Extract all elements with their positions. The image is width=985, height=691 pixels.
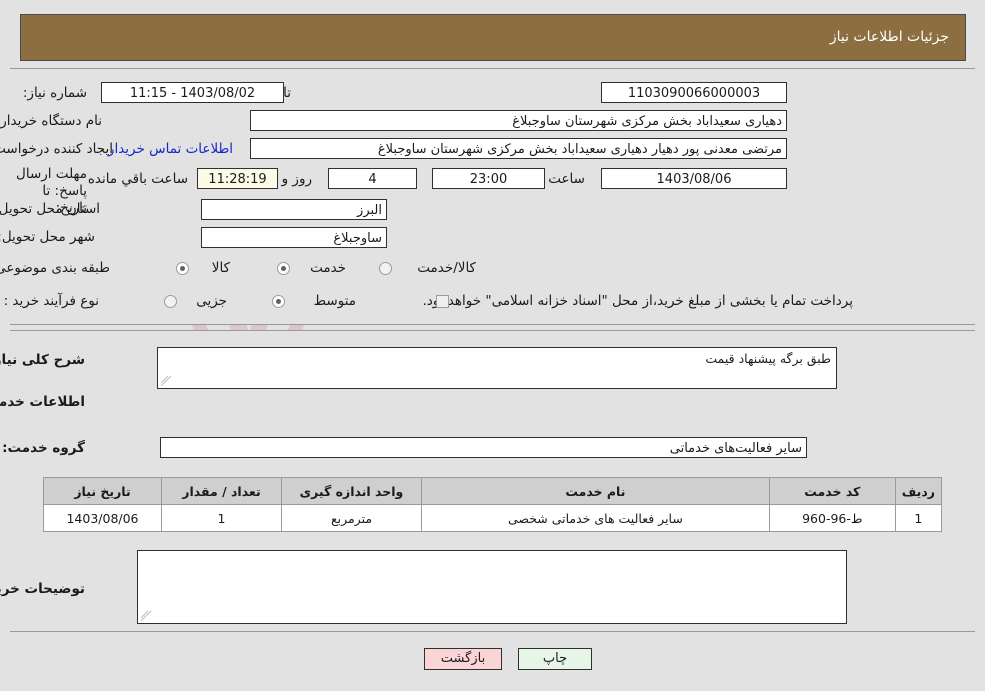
print-button[interactable]: چاپ [518,648,592,670]
cell-unit: مترمربع [281,504,422,532]
need-summary-label: شرح کلی نیاز: [0,352,85,368]
radio-label-category-2: کالا/خدمت [417,260,476,276]
table-header-row: ردیف کد خدمت نام خدمت واحد اندازه گیری ت… [43,477,943,505]
radio-process-jozi[interactable] [164,295,177,308]
request-creator-value: مرتضی معدنی پور دهیار دهیاری سعیداباد بخ… [250,138,787,159]
request-creator-label: ایجاد کننده درخواست: [0,141,113,157]
need-info-panel [10,68,975,325]
back-button[interactable]: بازگشت [424,648,502,670]
need-summary-textarea[interactable]: طبق برگه پیشنهاد قیمت [157,347,837,389]
radio-category-khedmat[interactable] [277,262,290,275]
delivery-city-label: شهر محل تحویل: [0,229,95,245]
buyer-org-value: دهیاری سعیداباد بخش مرکزی شهرستان ساوجبل… [250,110,787,131]
col-row: ردیف [894,477,943,505]
buyer-contact-link[interactable]: اطلاعات تماس خریدار [108,141,233,157]
col-code: کد خدمت [768,477,896,505]
page-title: جزئیات اطلاعات نیاز [829,29,949,45]
radio-label-category-0: کالا [211,260,230,276]
services-table: ردیف کد خدمت نام خدمت واحد اندازه گیری ت… [43,477,943,532]
services-section-heading: اطلاعات خدمات مورد نیاز [0,394,85,410]
radio-category-kala-khedmat[interactable] [379,262,392,275]
treasury-bond-checkbox[interactable] [436,295,449,308]
buyer-notes-label: توضیحات خریدار: [0,581,85,597]
days-label: روز و [281,171,312,187]
deadline-hour-value: 23:00 [432,168,545,189]
subject-category-label: طبقه بندی موضوعی: [0,260,110,276]
cell-row: 1 [894,504,943,532]
cell-date: 1403/08/06 [43,504,162,532]
purchase-process-label: نوع فرآیند خرید : [3,293,99,309]
announcement-value: 1403/08/02 - 11:15 [101,82,284,103]
col-date: تاریخ نیاز [43,477,162,505]
radio-label-process-1: متوسط [313,293,356,309]
table-row: 1 ط-96-960 سایر فعالیت های خدماتی شخصی م… [43,504,943,532]
need-number-label: شماره نیاز: [22,85,87,101]
need-summary-text: طبق برگه پیشنهاد قیمت [705,351,831,366]
countdown-timer-value: 11:28:19 [197,168,278,189]
hour-label: ساعت [548,171,585,187]
buyer-org-label: نام دستگاه خریدار: [0,113,102,129]
cell-code: ط-96-960 [768,504,896,532]
radio-process-motavaset[interactable] [272,295,285,308]
service-group-value: سایر فعالیت‌های خدماتی [160,437,807,458]
resize-grip-icon[interactable] [160,375,172,387]
remaining-days-value: 4 [328,168,417,189]
resize-grip-icon[interactable] [140,610,152,622]
treasury-bond-note: پرداخت تمام یا بخشی از مبلغ خرید،از محل … [422,293,853,309]
page-root: جزئیات اطلاعات نیاز شماره نیاز: 11030900… [0,0,985,691]
radio-label-process-0: جزیی [196,293,227,309]
radio-label-category-1: خدمت [310,260,346,276]
remaining-hours-label: ساعت باقي مانده [87,171,188,187]
delivery-province-label: استان محل تحویل: [0,201,100,217]
delivery-province-value: البرز [201,199,387,220]
radio-category-kala[interactable] [176,262,189,275]
cell-quantity: 1 [161,504,282,532]
col-unit: واحد اندازه گیری [281,477,422,505]
delivery-city-value: ساوجبلاغ [201,227,387,248]
page-header-bar: جزئیات اطلاعات نیاز [20,14,966,61]
cell-name: سایر فعالیت های خدماتی شخصی [421,504,770,532]
service-group-label: گروه خدمت: [2,440,85,456]
col-quantity: تعداد / مقدار [161,477,282,505]
deadline-date-value: 1403/08/06 [601,168,787,189]
need-number-value: 1103090066000003 [601,82,787,103]
col-name: نام خدمت [421,477,770,505]
buyer-notes-textarea[interactable] [137,550,847,624]
